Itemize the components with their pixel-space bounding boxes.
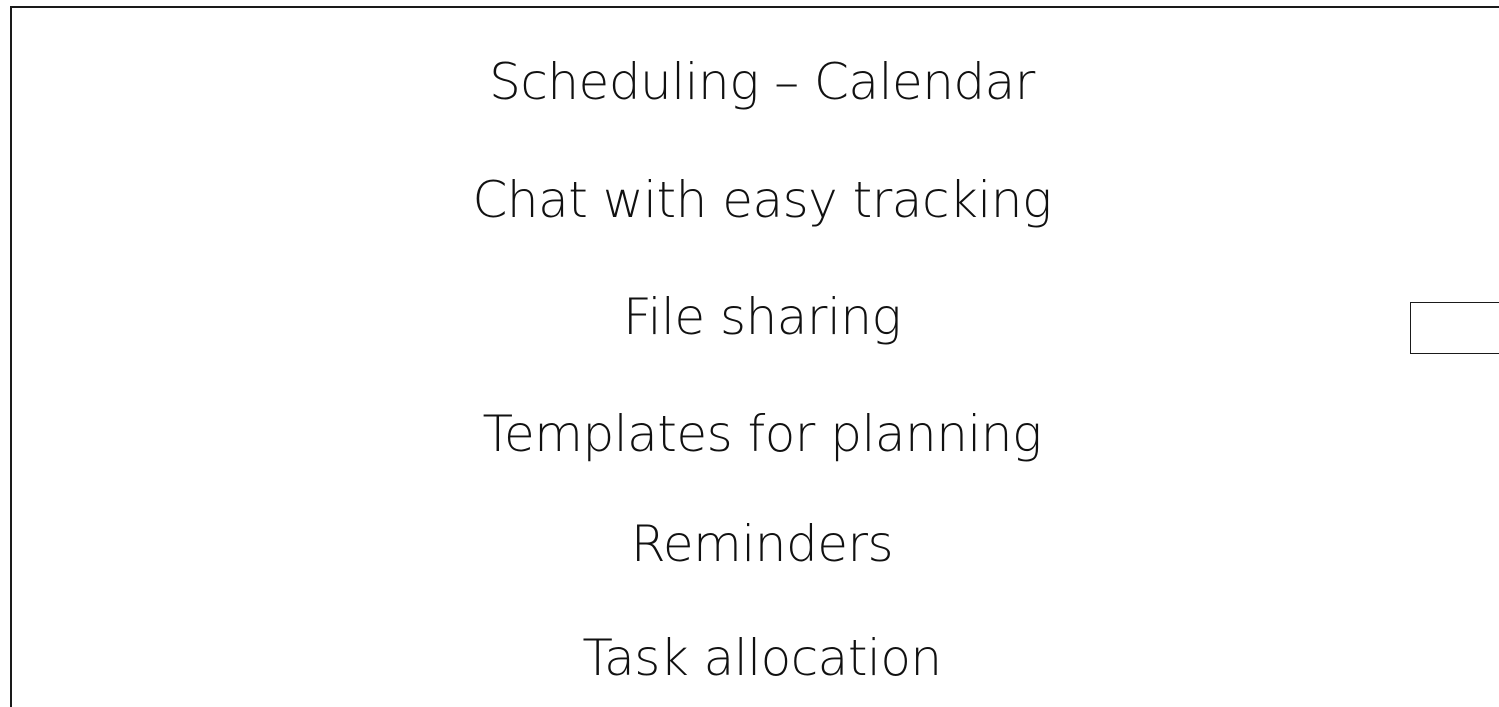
feature-item-scheduling: Scheduling – Calendar: [489, 53, 1035, 111]
feature-item-task-allocation: Task allocation: [582, 629, 942, 687]
feature-item-chat: Chat with easy tracking: [472, 171, 1052, 229]
feature-item-file-sharing: File sharing: [622, 288, 902, 346]
feature-list: Scheduling – Calendar Chat with easy tra…: [0, 0, 1499, 707]
side-placeholder-box: [1410, 302, 1499, 354]
feature-item-reminders: Reminders: [630, 515, 894, 573]
feature-item-templates: Templates for planning: [482, 405, 1042, 463]
